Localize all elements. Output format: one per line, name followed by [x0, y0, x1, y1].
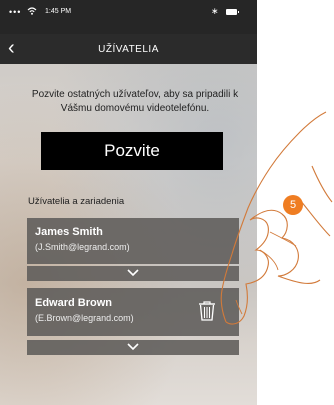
step-badge: 5: [283, 195, 303, 215]
